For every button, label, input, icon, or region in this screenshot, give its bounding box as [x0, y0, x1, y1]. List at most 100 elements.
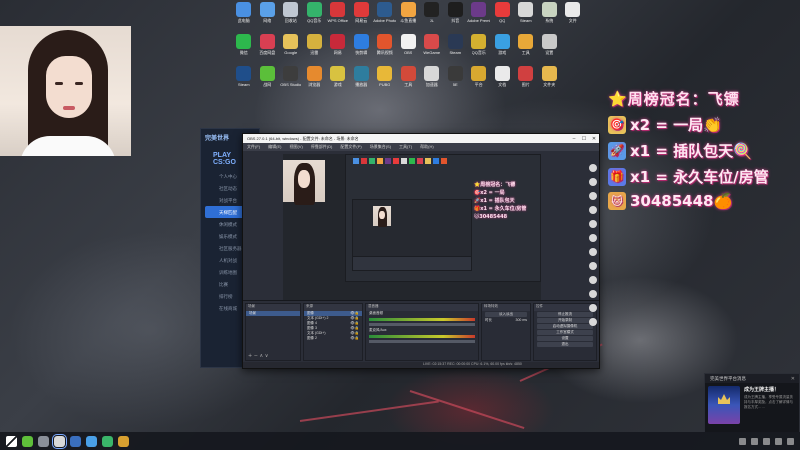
obs-titlebar[interactable]: OBS 27.0.1 (64-bit, windows) - 配置文件: 未命名… — [243, 134, 599, 143]
obs-menu-item[interactable]: 文件(F) — [243, 144, 264, 150]
desktop-icon[interactable]: 浏览器 — [303, 66, 327, 97]
strip-icon[interactable] — [589, 164, 597, 172]
eye-lock-icon[interactable]: 👁🔒 — [350, 336, 359, 341]
control-button[interactable]: 开始录制 — [537, 318, 593, 323]
desktop-icon[interactable]: OBS — [397, 34, 421, 65]
close-icon[interactable]: ✕ — [589, 136, 599, 142]
music-icon[interactable] — [102, 435, 113, 447]
desktop-icon[interactable]: 工具 — [514, 34, 538, 65]
volume-slider[interactable] — [369, 340, 475, 343]
source-item[interactable]: 图像 2 👁🔒 — [304, 336, 362, 341]
desktop-icon[interactable]: WPS Office — [326, 2, 350, 33]
tray-icon[interactable] — [739, 437, 746, 445]
obs-menu-item[interactable]: 帮助(H) — [416, 144, 438, 150]
desktop-icon[interactable]: Steam — [232, 66, 256, 97]
desktop-icon[interactable]: Steam — [444, 34, 468, 65]
obs-menu-item[interactable]: 工具(T) — [395, 144, 416, 150]
desktop-icon[interactable]: OBS Studio — [279, 66, 303, 97]
tray-icon[interactable] — [787, 437, 794, 445]
desktop-icon[interactable]: 设置 — [538, 34, 562, 65]
desktop-icon[interactable]: 快剪辑 — [350, 34, 374, 65]
desktop-icon[interactable]: QQ — [491, 2, 515, 33]
desktop-icon[interactable]: Steam — [514, 2, 538, 33]
control-button[interactable]: 停止推流 — [537, 312, 593, 317]
obs-menu-item[interactable]: 编辑(E) — [264, 144, 285, 150]
desktop-icon[interactable]: QQ音乐 — [467, 34, 491, 65]
notification-popup[interactable]: 完美世界平台消息 ✕ 成为王牌主播！ 成为王牌主播，享受专属流量扶持与丰厚奖励，… — [704, 373, 800, 433]
transitions-dock[interactable]: 转场特效 淡入淡出 时长 300 ms — [481, 303, 531, 361]
desktop-icon[interactable]: 抖音 — [444, 2, 468, 33]
qq-icon[interactable] — [86, 435, 97, 447]
tray-icon[interactable] — [775, 437, 782, 445]
strip-icon[interactable] — [589, 248, 597, 256]
desktop-icon[interactable]: 5E — [444, 66, 468, 97]
desktop-icon[interactable]: 游戏 — [326, 66, 350, 97]
strip-icon[interactable] — [589, 220, 597, 228]
strip-icon[interactable] — [589, 290, 597, 298]
desktop-icon[interactable]: WeGame — [420, 34, 444, 65]
desktop-icon[interactable]: 加速器 — [420, 66, 444, 97]
desktop-icon[interactable]: JL — [420, 2, 444, 33]
strip-icon[interactable] — [589, 276, 597, 284]
control-button[interactable]: 工作室模式 — [537, 330, 593, 335]
transition-select[interactable]: 淡入淡出 — [485, 312, 527, 317]
browser-icon[interactable] — [22, 435, 33, 447]
strip-icon[interactable] — [589, 192, 597, 200]
obs-menu-item[interactable]: 配置文件(P) — [336, 144, 365, 150]
obs-menu-item[interactable]: 场景集合(S) — [366, 144, 395, 150]
desktop-icon[interactable]: 工具 — [397, 66, 421, 97]
notification-thumbnail[interactable] — [708, 386, 740, 424]
desktop-icon[interactable]: 网络 — [256, 2, 280, 33]
wechat-icon[interactable] — [38, 435, 49, 447]
desktop-icon[interactable]: 平台 — [467, 66, 491, 97]
strip-icon[interactable] — [589, 262, 597, 270]
duration-value[interactable]: 300 ms — [516, 318, 527, 323]
desktop-icon[interactable]: 回收站 — [279, 2, 303, 33]
desktop-icon[interactable]: 迅雷 — [303, 34, 327, 65]
desktop-icon[interactable]: 斗鱼直播 — [397, 2, 421, 33]
mixer-dock[interactable]: 混音器 桌面音频 麦克风/Aux — [365, 303, 479, 361]
sources-dock[interactable]: 来源 图像 👁🔒 文本 (GDI+) 2 👁🔒 图像 4 👁🔒 图像 3 👁🔒 文本 (GDI+… — [303, 303, 363, 361]
obs-preview-canvas[interactable]: ⭐周榜冠名：飞镖 🎯x2 = 一局 🚀x1 = 插队包天 🎁x1 = 永久车位/房管 🐱… — [283, 154, 541, 300]
desktop-icon[interactable]: 图片 — [514, 66, 538, 97]
obs-menu-item[interactable]: 停靠部件(D) — [307, 144, 337, 150]
strip-icon[interactable] — [589, 234, 597, 242]
start-icon[interactable] — [6, 435, 17, 447]
desktop-icon[interactable]: QQ音乐 — [303, 2, 327, 33]
desktop-icon[interactable]: 文档 — [491, 66, 515, 97]
tray-icon[interactable] — [763, 437, 770, 445]
strip-icon[interactable] — [589, 304, 597, 312]
desktop-icon[interactable]: 文件 — [561, 2, 585, 33]
desktop-icon[interactable]: 播放器 — [350, 66, 374, 97]
notification-title[interactable]: 成为王牌主播！ — [744, 386, 796, 393]
scene-item[interactable]: 场景 — [246, 311, 300, 316]
control-button[interactable]: 设置 — [537, 336, 593, 341]
desktop-icon[interactable]: 战网 — [256, 66, 280, 97]
desktop-icon[interactable]: Adobe Premiere — [467, 2, 491, 33]
desktop-icon[interactable]: 系统 — [538, 2, 562, 33]
desktop-icon[interactable]: PUBG — [373, 66, 397, 97]
strip-icon[interactable] — [589, 318, 597, 326]
desktop-icon[interactable]: 此电脑 — [232, 2, 256, 33]
desktop-icon[interactable]: 百度网盘 — [256, 34, 280, 65]
desktop-icon[interactable]: 文件夹 — [538, 66, 562, 97]
desktop-icon[interactable]: 微信 — [232, 34, 256, 65]
strip-icon[interactable] — [589, 178, 597, 186]
desktop-icon[interactable]: 游戏 — [491, 34, 515, 65]
control-button[interactable]: 退出 — [537, 342, 593, 347]
minimize-icon[interactable]: – — [569, 136, 579, 142]
desktop-icon[interactable]: Adobe Photoshop — [373, 2, 397, 33]
maximize-icon[interactable]: ☐ — [579, 136, 589, 142]
tray-icon[interactable] — [751, 437, 758, 445]
desktop-icon[interactable]: Google — [279, 34, 303, 65]
strip-icon[interactable] — [589, 206, 597, 214]
obs-icon[interactable] — [52, 433, 67, 449]
control-button[interactable]: 启动虚拟摄像机 — [537, 324, 593, 329]
add-scene-icon[interactable]: + − ∧ ∨ — [248, 353, 268, 359]
obs-window[interactable]: OBS 27.0.1 (64-bit, windows) - 配置文件: 未命名… — [242, 133, 600, 369]
obs-menu-item[interactable]: 视图(V) — [285, 144, 306, 150]
game-icon[interactable] — [118, 435, 129, 447]
close-icon[interactable]: ✕ — [791, 376, 795, 382]
steam-icon[interactable] — [70, 435, 81, 447]
desktop-icon[interactable]: 网易 — [326, 34, 350, 65]
